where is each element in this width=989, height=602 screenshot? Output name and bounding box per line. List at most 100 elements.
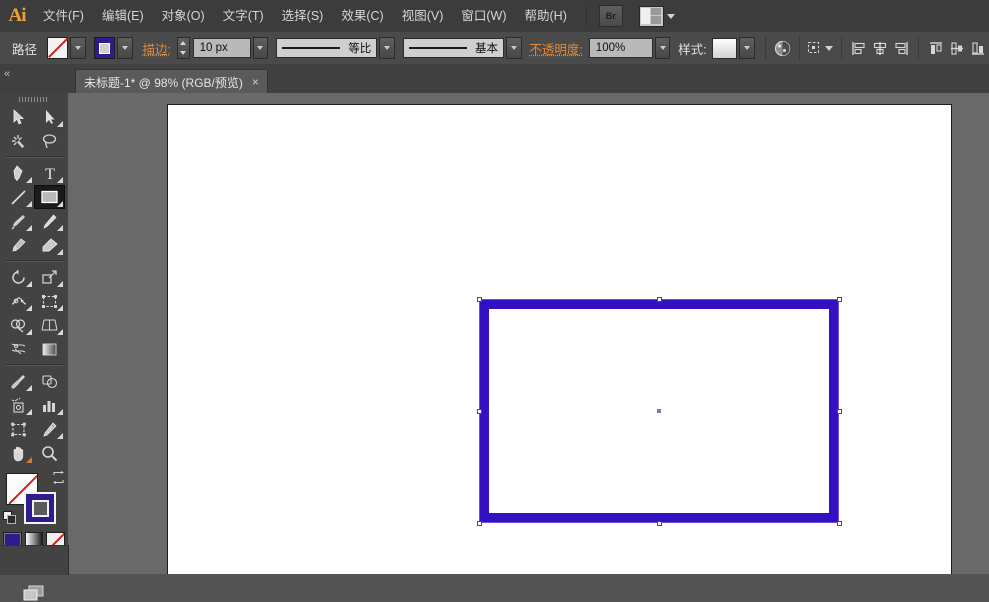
flyout-triangle-icon: [57, 433, 63, 439]
column-graph-tool[interactable]: [34, 393, 65, 417]
chevron-down-icon: [825, 45, 834, 51]
brush-definition-combo[interactable]: 基本: [402, 38, 504, 58]
width-profile-combo[interactable]: 等比: [276, 38, 378, 58]
width-tool[interactable]: [3, 289, 34, 313]
document-tab[interactable]: 未标题-1* @ 98% (RGB/预览) ×: [75, 69, 268, 94]
mesh-tool[interactable]: [3, 337, 34, 361]
close-icon[interactable]: ×: [252, 75, 259, 89]
blend-tool[interactable]: [34, 369, 65, 393]
illustrator-window: Ai 文件(F) 编辑(E) 对象(O) 文字(T) 选择(S) 效果(C) 视…: [0, 0, 989, 601]
menu-window[interactable]: 窗口(W): [452, 0, 515, 32]
selection-handle-bottom-left[interactable]: [476, 520, 482, 526]
brush-definition-dropdown[interactable]: [505, 37, 522, 59]
align-right-icon[interactable]: [891, 37, 912, 59]
magic-wand-tool[interactable]: [3, 129, 34, 153]
align-center-horizontal-icon[interactable]: [869, 37, 890, 59]
menu-view[interactable]: 视图(V): [393, 0, 453, 32]
graphic-style-dropdown[interactable]: [738, 37, 755, 59]
zoom-tool[interactable]: [34, 441, 65, 465]
brush-definition-value: 基本: [474, 43, 498, 55]
stroke-weight-label[interactable]: 描边:: [142, 39, 176, 58]
rotate-tool[interactable]: [3, 265, 34, 289]
shape-builder-tool[interactable]: [3, 313, 34, 337]
artboard[interactable]: [167, 104, 952, 574]
symbol-sprayer-tool[interactable]: [3, 393, 34, 417]
default-fill-stroke-icon[interactable]: [3, 511, 17, 525]
opacity-label[interactable]: 不透明度:: [529, 39, 588, 58]
flyout-triangle-icon: [26, 305, 32, 311]
perspective-grid-tool[interactable]: [34, 313, 65, 337]
direct-selection-tool[interactable]: [34, 105, 65, 129]
opacity-dropdown[interactable]: [654, 37, 671, 59]
collapse-panels-icon[interactable]: «: [4, 68, 10, 80]
flyout-triangle-icon: [26, 201, 32, 207]
gradient-tool[interactable]: [34, 337, 65, 361]
selection-handle-middle-left[interactable]: [476, 408, 482, 414]
object-type-label: 路径: [12, 42, 38, 57]
scale-tool[interactable]: [34, 265, 65, 289]
fill-dropdown[interactable]: [70, 37, 87, 59]
flyout-triangle-icon: [57, 305, 63, 311]
recolor-artwork-icon[interactable]: [772, 37, 793, 59]
menu-select[interactable]: 选择(S): [273, 0, 333, 32]
selection-handle-middle-right[interactable]: [836, 408, 842, 414]
eyedropper-tool[interactable]: [3, 369, 34, 393]
type-tool[interactable]: T: [34, 161, 65, 185]
flyout-triangle-icon: [26, 225, 32, 231]
stroke-weight-stepper[interactable]: [176, 37, 190, 59]
rectangle-tool[interactable]: [34, 185, 65, 209]
eraser-tool[interactable]: [34, 233, 65, 257]
selection-handle-top-center[interactable]: [656, 296, 662, 302]
pencil-tool[interactable]: [34, 209, 65, 233]
stroke-color-swatch[interactable]: [24, 492, 56, 524]
fill-swatch[interactable]: [47, 37, 69, 59]
pen-tool[interactable]: [3, 161, 34, 185]
width-profile-dropdown[interactable]: [379, 37, 395, 59]
graphic-style-swatch[interactable]: [711, 37, 737, 59]
stroke-weight-input[interactable]: 10 px: [192, 38, 251, 58]
line-segment-tool[interactable]: [3, 185, 34, 209]
screen-mode-button[interactable]: [3, 584, 65, 602]
align-left-icon[interactable]: [848, 37, 869, 59]
lasso-tool[interactable]: [34, 129, 65, 153]
selection-handle-top-left[interactable]: [476, 296, 482, 302]
distribute-center-icon[interactable]: [946, 37, 967, 59]
free-transform-tool[interactable]: [34, 289, 65, 313]
hand-tool[interactable]: [3, 441, 34, 465]
menu-type[interactable]: 文字(T): [214, 0, 273, 32]
selection-handle-bottom-right[interactable]: [836, 520, 842, 526]
flyout-triangle-icon: [57, 177, 63, 183]
workspace-switcher[interactable]: [638, 5, 675, 27]
selection-handle-top-right[interactable]: [836, 296, 842, 302]
stroke-swatch[interactable]: [93, 37, 116, 59]
canvas-area[interactable]: [68, 93, 989, 574]
tools-divider-2: [5, 260, 63, 262]
menu-file[interactable]: 文件(F): [34, 0, 93, 32]
menu-edit[interactable]: 编辑(E): [93, 0, 153, 32]
menu-object[interactable]: 对象(O): [153, 0, 214, 32]
flyout-triangle-icon: [57, 329, 63, 335]
stroke-dropdown[interactable]: [117, 37, 133, 59]
paintbrush-tool[interactable]: [3, 209, 34, 233]
transform-anchor-icon[interactable]: [806, 37, 835, 59]
distribute-bottom-icon[interactable]: [968, 37, 989, 59]
tools-panel-grip[interactable]: [0, 93, 68, 105]
flyout-triangle-icon: [26, 329, 32, 335]
distribute-top-icon[interactable]: [925, 37, 946, 59]
flyout-triangle-icon: [26, 177, 32, 183]
menu-effect[interactable]: 效果(C): [332, 0, 392, 32]
slice-tool[interactable]: [34, 417, 65, 441]
swap-fill-stroke-icon[interactable]: [52, 471, 65, 484]
stroke-preview-line: [282, 47, 341, 49]
blob-brush-tool[interactable]: [3, 233, 34, 257]
chevron-down-icon: [121, 46, 128, 50]
selection-handle-bottom-center[interactable]: [656, 520, 662, 526]
artboard-tool[interactable]: [3, 417, 34, 441]
flyout-triangle-icon: [57, 249, 63, 255]
bridge-icon[interactable]: Br: [598, 5, 623, 27]
workspace-layout-icon: [638, 5, 664, 27]
stroke-weight-dropdown[interactable]: [252, 37, 269, 59]
selection-tool[interactable]: [3, 105, 34, 129]
menu-help[interactable]: 帮助(H): [516, 0, 576, 32]
opacity-input[interactable]: 100%: [588, 38, 653, 58]
